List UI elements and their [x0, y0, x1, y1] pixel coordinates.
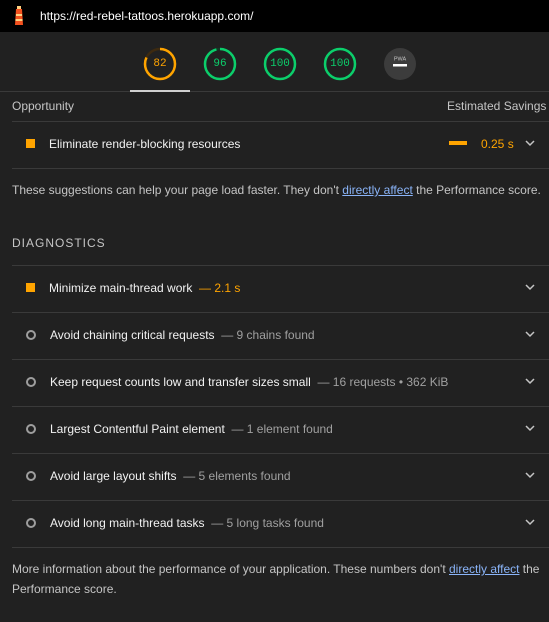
audit-title: Largest Contentful Paint element — 1 ele… — [50, 422, 333, 436]
audit-title-text: Largest Contentful Paint element — [50, 422, 225, 436]
note-text: the Performance score. — [412, 183, 541, 197]
opportunity-note: These suggestions can help your page loa… — [12, 180, 542, 200]
audit-detail: — 1 element found — [231, 422, 333, 436]
estimated-savings-header: Estimated Savings — [447, 99, 547, 113]
audit-title: Keep request counts low and transfer siz… — [50, 375, 448, 389]
savings-value: 0.25 s — [481, 137, 514, 151]
audit-detail: — 2.1 s — [199, 281, 241, 295]
audit-long-tasks[interactable]: Avoid long main-thread tasks — 5 long ta… — [0, 500, 549, 546]
pwa-label: PWA — [394, 57, 407, 63]
gauge-value: 96 — [213, 58, 227, 70]
audit-title: Avoid large layout shifts — 5 elements f… — [50, 469, 291, 483]
audit-title: Avoid long main-thread tasks — 5 long ta… — [50, 516, 324, 530]
gauge-value: 82 — [153, 58, 167, 70]
audit-title-text: Avoid large layout shifts — [50, 469, 177, 483]
audit-detail: — 9 chains found — [221, 328, 315, 342]
info-circle-icon — [26, 518, 36, 528]
gauge-performance[interactable]: 82 — [143, 47, 177, 81]
gauge-seo[interactable]: 100 — [323, 47, 357, 81]
gauge-best-practices[interactable]: 100 — [263, 47, 297, 81]
gauge-accessibility[interactable]: 96 — [203, 47, 237, 81]
warning-square-icon — [26, 139, 35, 148]
diagnostics-note: More information about the performance o… — [12, 559, 542, 599]
chevron-down-icon[interactable] — [523, 423, 537, 433]
divider — [12, 168, 549, 169]
note-text: These suggestions can help your page loa… — [12, 183, 343, 197]
chevron-down-icon[interactable] — [523, 138, 537, 148]
audit-main-thread-work[interactable]: Minimize main-thread work — 2.1 s — [0, 265, 549, 311]
audit-title-text: Avoid chaining critical requests — [50, 328, 215, 342]
url-bar: https://red-rebel-tattoos.herokuapp.com/ — [0, 0, 549, 32]
audit-detail: — 5 long tasks found — [211, 516, 324, 530]
lighthouse-icon — [15, 6, 23, 25]
audit-critical-requests[interactable]: Avoid chaining critical requests — 9 cha… — [0, 312, 549, 358]
opportunity-header: Opportunity — [12, 99, 75, 113]
divider — [12, 547, 549, 548]
chevron-down-icon[interactable] — [523, 470, 537, 480]
audit-layout-shifts[interactable]: Avoid large layout shifts — 5 elements f… — [0, 453, 549, 499]
score-gauges: 82 96 100 100 PWA — [0, 32, 549, 92]
active-gauge-indicator — [130, 90, 190, 92]
audit-detail: — 5 elements found — [183, 469, 291, 483]
warning-square-icon — [26, 283, 35, 292]
audit-title: Eliminate render-blocking resources — [49, 137, 241, 151]
chevron-down-icon[interactable] — [523, 282, 537, 292]
audit-request-counts[interactable]: Keep request counts low and transfer siz… — [0, 359, 549, 405]
directly-affect-link[interactable]: directly affect — [342, 183, 412, 197]
audit-detail: — 16 requests • 362 KiB — [317, 375, 449, 389]
info-circle-icon — [26, 471, 36, 481]
chevron-down-icon[interactable] — [523, 329, 537, 339]
audit-title-text: Minimize main-thread work — [49, 281, 193, 295]
gauge-pwa[interactable]: PWA — [383, 47, 417, 81]
audit-title: Minimize main-thread work — 2.1 s — [49, 281, 240, 295]
savings-bar — [449, 141, 467, 145]
chevron-down-icon[interactable] — [523, 517, 537, 527]
page-url: https://red-rebel-tattoos.herokuapp.com/ — [40, 9, 254, 23]
info-circle-icon — [26, 424, 36, 434]
info-circle-icon — [26, 377, 36, 387]
note-text: More information about the performance o… — [12, 562, 449, 576]
pwa-badge-icon: PWA — [384, 48, 416, 80]
audit-title: Avoid chaining critical requests — 9 cha… — [50, 328, 315, 342]
audit-lcp-element[interactable]: Largest Contentful Paint element — 1 ele… — [0, 406, 549, 452]
audit-title-text: Keep request counts low and transfer siz… — [50, 375, 311, 389]
chevron-down-icon[interactable] — [523, 376, 537, 386]
gauge-value: 100 — [270, 58, 290, 70]
info-circle-icon — [26, 330, 36, 340]
gauge-value: 100 — [330, 58, 350, 70]
audit-render-blocking[interactable]: Eliminate render-blocking resources 0.25… — [0, 121, 549, 167]
diagnostics-heading: DIAGNOSTICS — [12, 236, 106, 250]
audit-title-text: Avoid long main-thread tasks — [50, 516, 205, 530]
directly-affect-link[interactable]: directly affect — [449, 562, 519, 576]
